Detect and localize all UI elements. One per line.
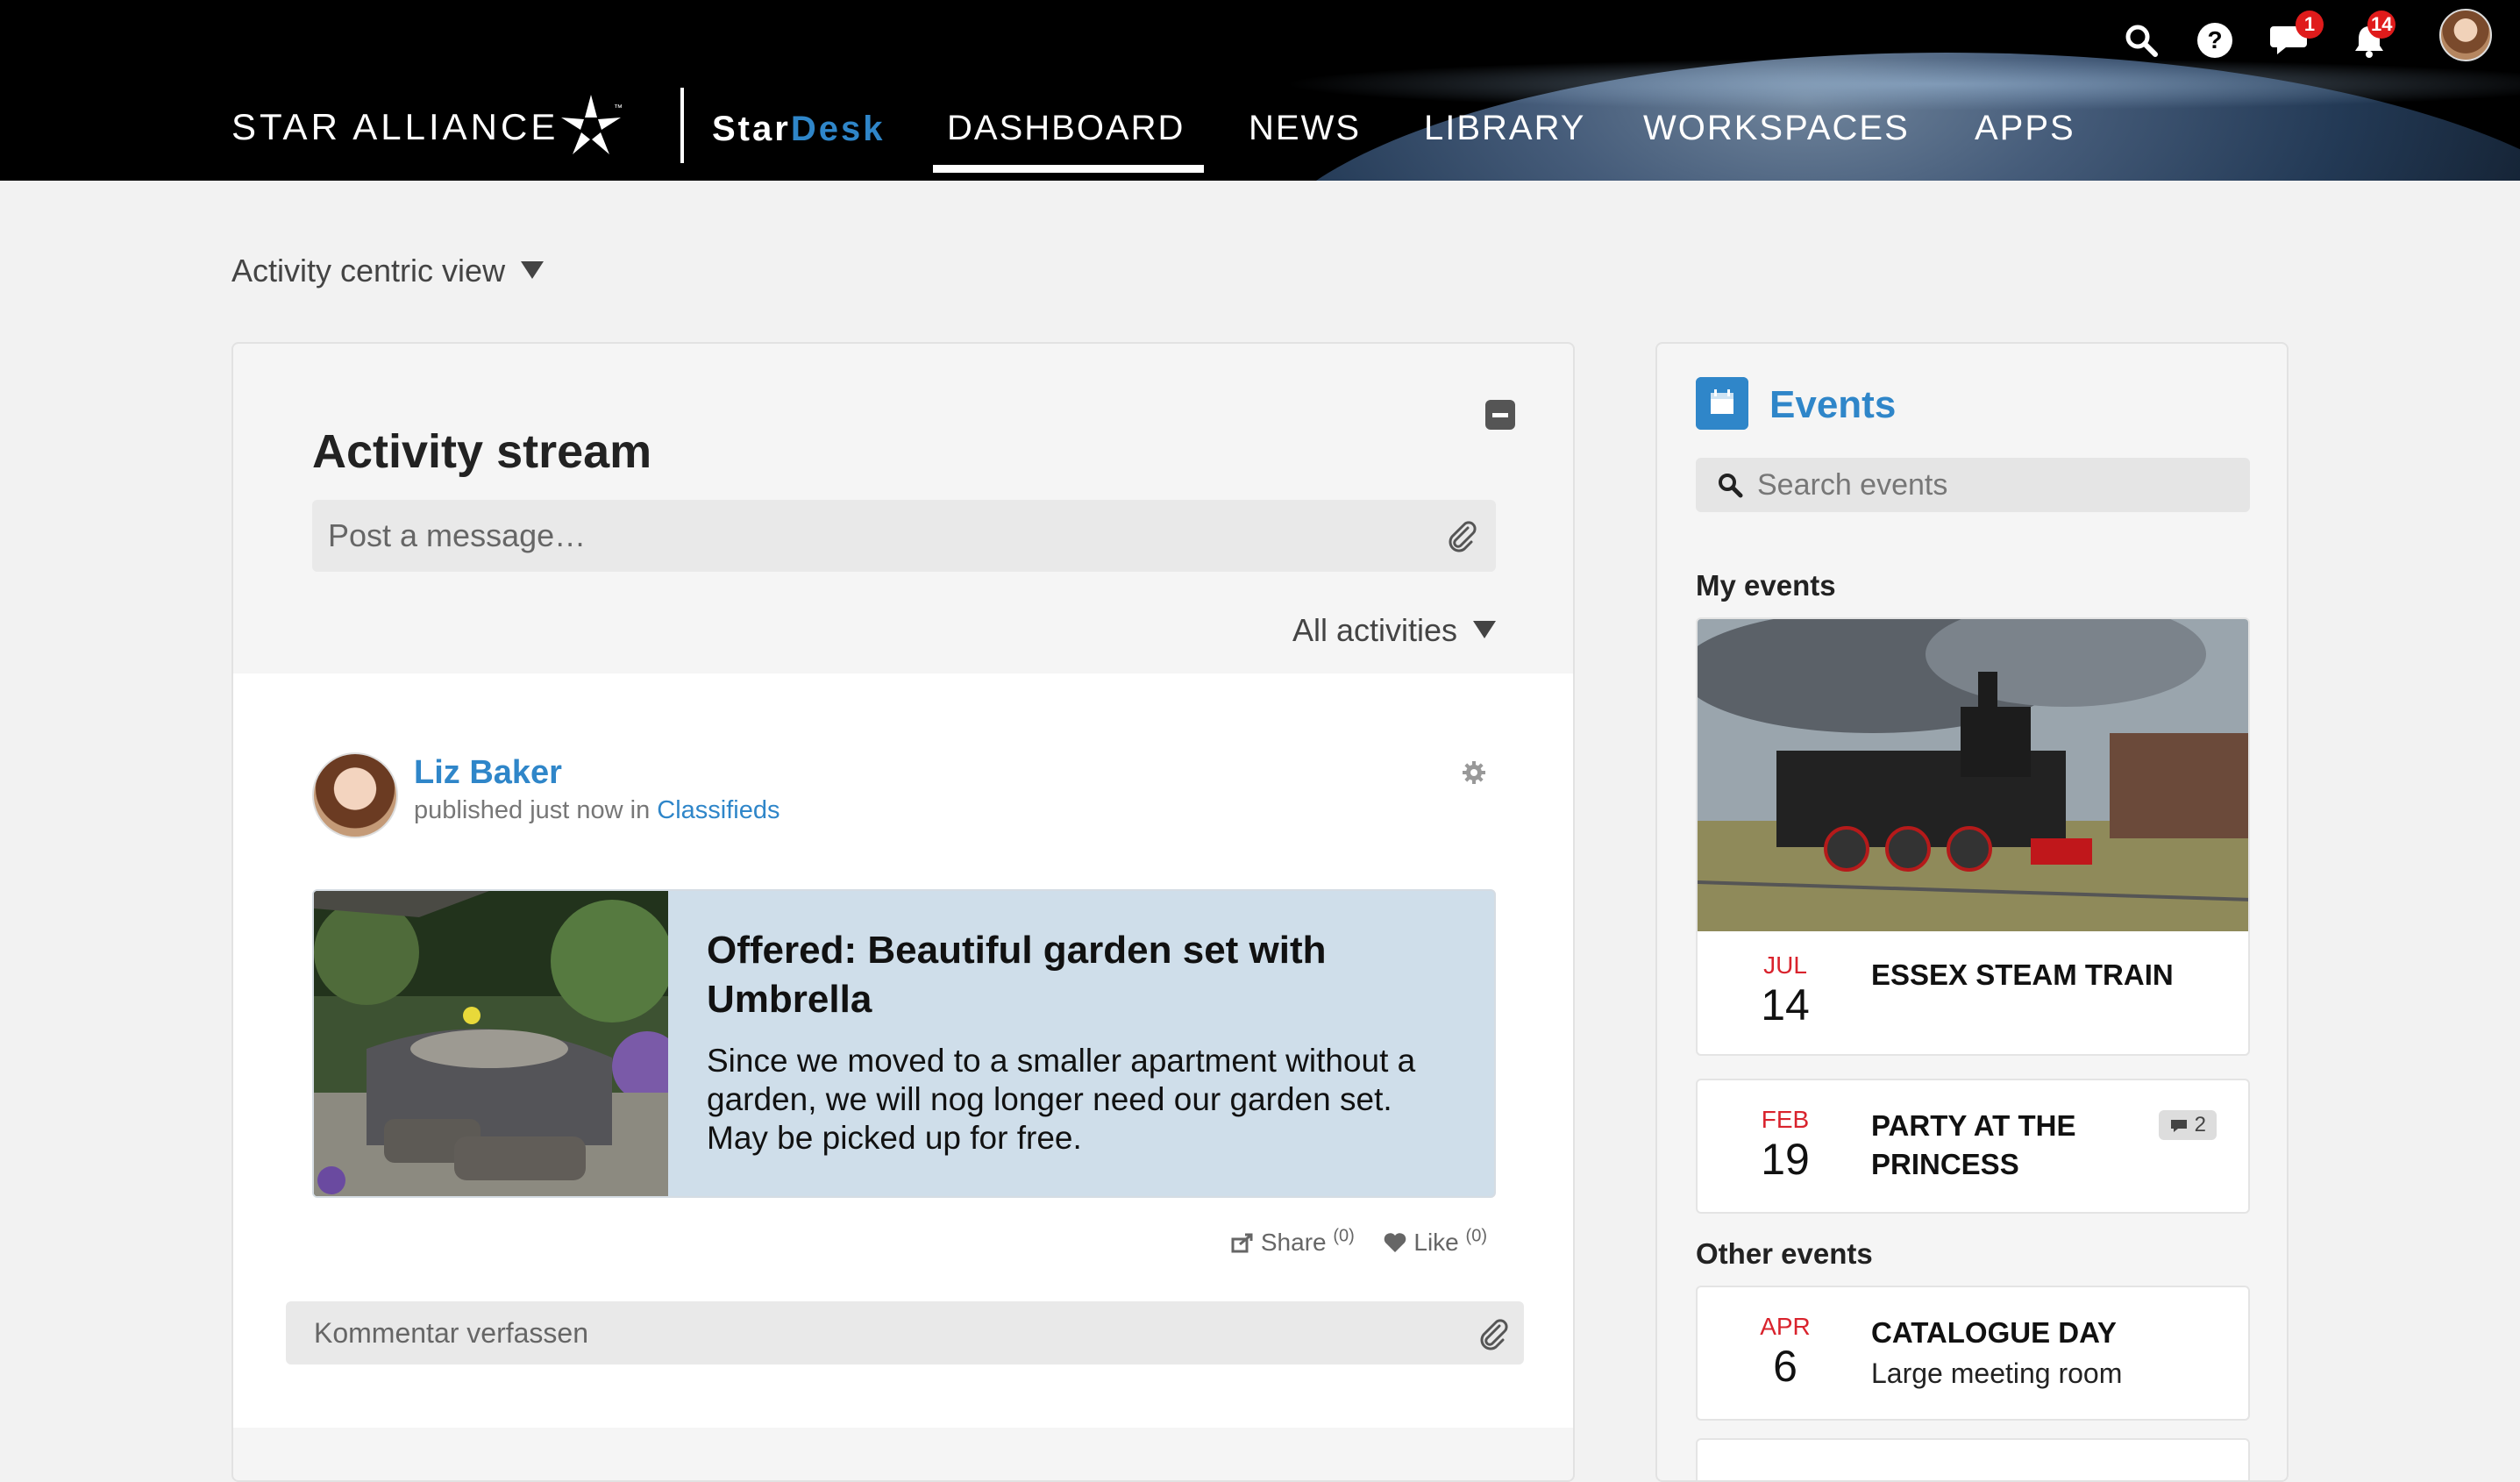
event-name: CATALOGUE DAY [1871,1316,2117,1349]
caret-down-icon [1473,621,1496,639]
paperclip-icon[interactable] [1475,1315,1510,1350]
classifieds-link[interactable]: Classifieds [657,796,779,824]
event-month: JUL [1763,951,1807,979]
garden-set-image [314,891,668,1196]
view-selector[interactable]: Activity centric view [231,249,545,293]
gear-icon[interactable] [1461,759,1487,786]
post-message-placeholder: Post a message… [328,517,587,553]
event-name-line1: PARTY AT THE [1871,1109,2076,1142]
svg-text:?: ? [2207,26,2222,53]
comment-input[interactable]: Kommentar verfassen [286,1301,1524,1364]
user-avatar[interactable] [2439,9,2492,61]
search-icon[interactable] [2113,12,2169,68]
speech-bubble-icon [2170,1120,2187,1132]
author-avatar[interactable] [312,752,398,838]
other-events-heading: Other events [1696,1237,1873,1270]
post-actions: Share (0) Like (0) [1210,1219,1487,1260]
activity-stream-panel: Activity stream Post a message… All acti… [231,342,1575,1482]
notifications-badge: 14 [2367,11,2396,39]
post-author-link[interactable]: Liz Baker [414,751,562,794]
chat-badge: 1 [2296,11,2324,39]
event-name: PARTY AT THE PRINCESS [1871,1107,2075,1184]
like-count: (0) [1465,1227,1487,1246]
post-meta: published just now in Classifieds [414,793,780,828]
activity-filter-dropdown[interactable]: All activities [1292,609,1496,652]
event-card-partial[interactable] [1696,1438,2250,1480]
caret-down-icon [521,261,545,280]
earth-glow [1280,58,2520,110]
brand-name-text: STAR ALLIANCE [231,106,559,147]
event-day: 19 [1761,1135,1810,1184]
like-button[interactable]: Like (0) [1383,1227,1487,1257]
view-selector-label: Activity centric view [231,253,506,289]
event-date: APR 6 [1698,1312,1873,1391]
event-card-essex-steam-train[interactable]: JUL 14 ESSEX STEAM TRAIN [1696,617,2250,1056]
star-alliance-logo-icon[interactable]: ™ [556,91,626,161]
activity-stream-title: Activity stream [312,425,652,478]
comment-placeholder: Kommentar verfassen [314,1317,589,1349]
steam-train-image [1698,619,2248,931]
calendar-icon [1696,377,1748,430]
like-label: Like [1413,1229,1459,1257]
share-button[interactable]: Share (0) [1231,1227,1362,1257]
nav-workspaces[interactable]: WORKSPACES [1643,103,1910,153]
event-month: APR [1760,1313,1811,1340]
collapse-panel-button[interactable] [1485,400,1515,430]
event-day: 6 [1773,1342,1797,1391]
post-message-input[interactable]: Post a message… [312,500,1496,572]
event-location: Large meeting room [1871,1357,2123,1389]
chat-icon[interactable]: 1 [2264,11,2324,68]
event-card-catalogue-day[interactable]: APR 6 CATALOGUE DAY Large meeting room [1696,1286,2250,1421]
paperclip-icon[interactable] [1443,517,1478,552]
event-date: FEB 19 [1698,1105,1873,1184]
search-events-input[interactable]: Search events [1696,458,2250,512]
nav-apps[interactable]: APPS [1975,103,2075,153]
search-events-placeholder: Search events [1757,468,1948,502]
share-label: Share [1260,1229,1327,1257]
stardesk-desk-text: Desk [790,110,886,148]
heart-icon [1384,1233,1406,1253]
top-navigation-bar: STAR ALLIANCE ™ StarDesk DASHBOARD NEWS … [0,0,2520,181]
ad-title: Offered: Beautiful garden set with Umbre… [707,929,1327,1021]
my-events-heading: My events [1696,569,1836,602]
event-date: JUL 14 [1698,951,1873,1030]
event-name: ESSEX STEAM TRAIN [1871,958,2174,991]
search-icon [1719,474,1743,498]
event-name-line2: PRINCESS [1871,1148,2019,1180]
event-month: FEB [1761,1106,1810,1133]
activity-feed: Liz Baker published just now in Classifi… [233,673,1573,1428]
event-card-party-at-the-princess[interactable]: FEB 19 PARTY AT THE PRINCESS 2 [1696,1079,2250,1214]
event-comments-badge[interactable]: 2 [2159,1110,2217,1140]
share-icon [1231,1233,1253,1253]
event-comments-count: 2 [2194,1113,2207,1136]
classified-ad-card[interactable]: Offered: Beautiful garden set with Umbre… [312,889,1496,1198]
brand-divider [680,88,684,163]
stardesk-logo[interactable]: StarDesk [712,107,885,151]
brand-name[interactable]: STAR ALLIANCE [231,105,559,149]
help-icon[interactable]: ? [2187,12,2243,68]
events-title: Events [1769,383,1897,426]
stardesk-star-text: Star [712,110,791,148]
activity-filter-label: All activities [1292,612,1457,648]
post-meta-text: published just now in [414,796,651,824]
nav-news[interactable]: NEWS [1249,103,1361,153]
nav-library[interactable]: LIBRARY [1424,103,1585,153]
nav-dashboard[interactable]: DASHBOARD [932,103,1205,173]
ad-description: Since we moved to a smaller apartment wi… [707,1043,1416,1156]
events-panel: Events Search events My events JUL 14 ES… [1655,342,2289,1482]
notifications-bell-icon[interactable]: 14 [2341,11,2397,68]
trademark-text: ™ [614,103,623,113]
event-day: 14 [1761,980,1810,1030]
share-count: (0) [1333,1227,1355,1246]
